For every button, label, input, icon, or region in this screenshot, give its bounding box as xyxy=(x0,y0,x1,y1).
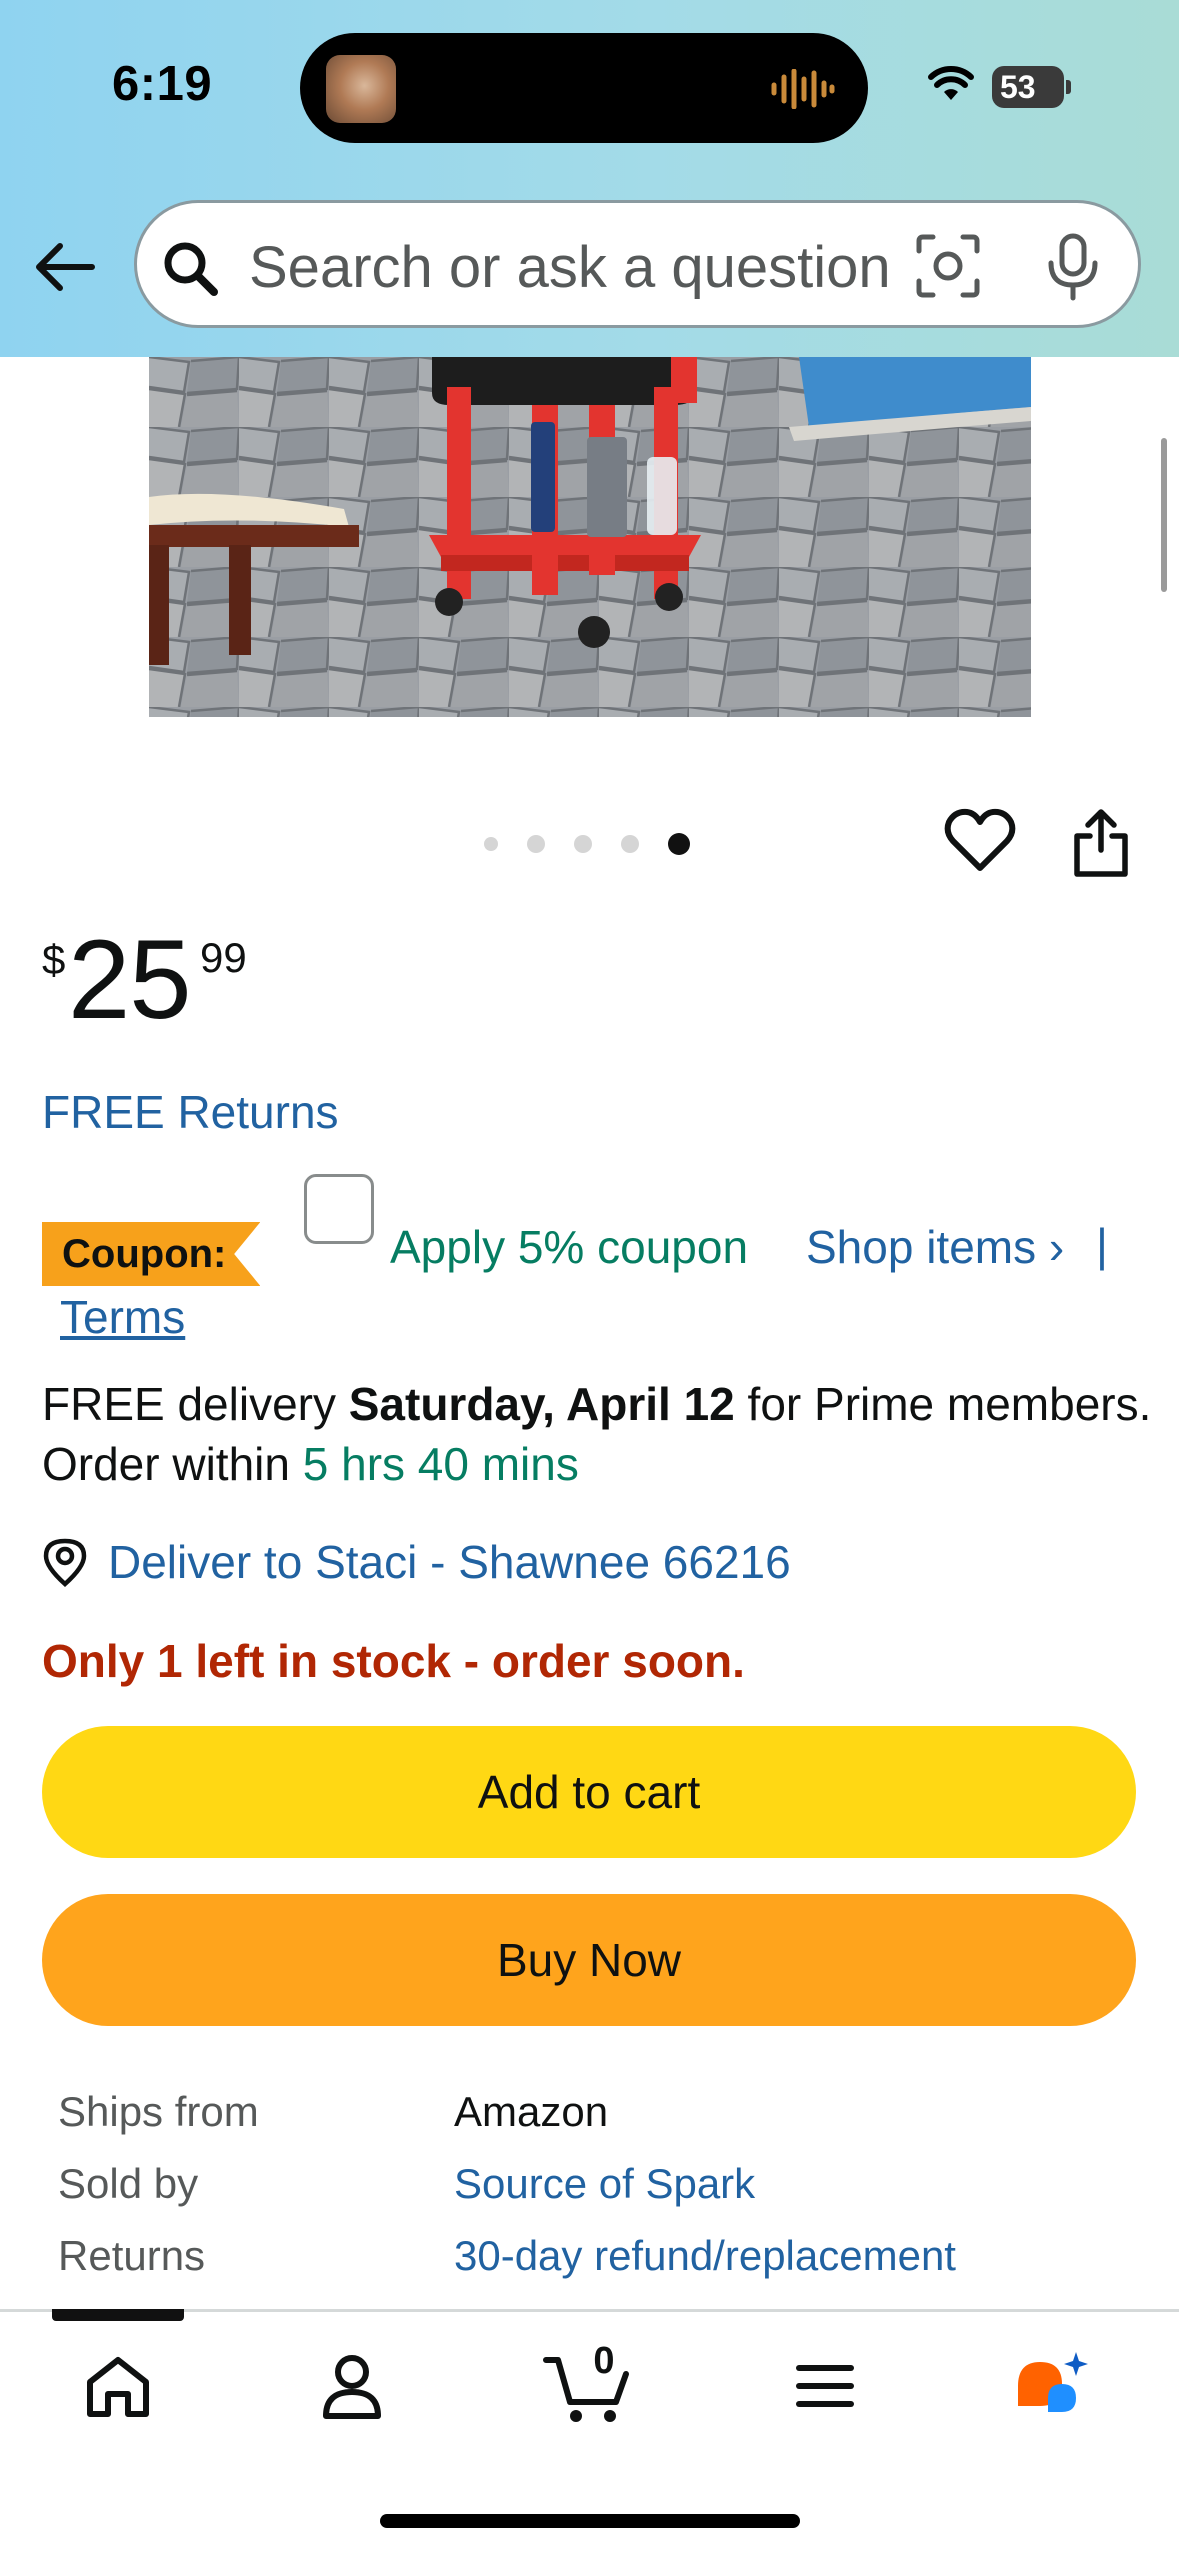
dynamic-island xyxy=(300,33,868,143)
heart-icon[interactable] xyxy=(944,808,1016,874)
rufus-assistant-icon[interactable] xyxy=(1012,2346,1092,2426)
account-icon[interactable] xyxy=(312,2346,392,2426)
apply-coupon-checkbox[interactable] xyxy=(304,1174,374,1244)
page-scrollbar[interactable] xyxy=(1161,438,1167,592)
product-image[interactable] xyxy=(149,357,1031,717)
microphone-icon[interactable] xyxy=(1042,233,1104,301)
audio-waveform-icon xyxy=(771,69,835,109)
share-icon[interactable] xyxy=(1070,808,1132,878)
price-whole: 25 xyxy=(68,917,192,1042)
carousel-dot[interactable] xyxy=(484,837,498,851)
camera-lens-icon[interactable] xyxy=(915,233,981,299)
now-playing-thumbnail xyxy=(326,55,396,123)
home-indicator xyxy=(380,2514,800,2528)
price-currency-symbol: $ xyxy=(42,936,66,983)
free-returns-link[interactable]: FREE Returns xyxy=(42,1085,339,1139)
search-bar[interactable] xyxy=(134,200,1141,328)
apply-coupon-label[interactable]: Apply 5% coupon xyxy=(390,1220,748,1274)
menu-icon[interactable] xyxy=(785,2346,865,2426)
delivery-message: FREE delivery Saturday, April 12 for Pri… xyxy=(42,1374,1152,1494)
sold-by-link[interactable]: Source of Spark xyxy=(454,2160,755,2208)
coupon-badge: Coupon: xyxy=(42,1222,261,1286)
carousel-dot[interactable] xyxy=(527,835,545,853)
deliver-to-location[interactable]: Deliver to Staci - Shawnee 66216 xyxy=(42,1532,791,1592)
back-arrow-icon[interactable] xyxy=(30,232,100,302)
home-icon[interactable] xyxy=(78,2346,158,2426)
carousel-dot[interactable] xyxy=(621,835,639,853)
cart-count: 0 xyxy=(593,2340,615,2382)
image-carousel-indicator[interactable] xyxy=(484,833,690,855)
coupon-terms-link[interactable]: Terms xyxy=(60,1290,185,1344)
coupon-separator: | xyxy=(1096,1219,1108,1271)
search-icon xyxy=(164,242,218,296)
delivery-date: Saturday, April 12 xyxy=(348,1378,735,1430)
deliver-to-label[interactable]: Deliver to Staci - Shawnee 66216 xyxy=(108,1535,791,1589)
buy-now-button[interactable]: Buy Now xyxy=(42,1894,1136,2026)
status-time: 6:19 xyxy=(112,57,213,111)
add-to-cart-button[interactable]: Add to cart xyxy=(42,1726,1136,1858)
price-fraction: 99 xyxy=(200,934,247,981)
returns-label: Returns xyxy=(58,2232,206,2279)
stock-warning: Only 1 left in stock - order soon. xyxy=(42,1635,745,1687)
ships-from-value: Amazon xyxy=(454,2088,609,2135)
search-input[interactable] xyxy=(249,231,939,303)
nav-active-indicator xyxy=(52,2309,184,2321)
sold-by-label: Sold by xyxy=(58,2160,199,2207)
location-pin-icon xyxy=(43,1538,87,1587)
battery-icon: 53 xyxy=(992,66,1071,108)
returns-policy-link[interactable]: 30-day refund/replacement xyxy=(454,2232,956,2280)
delivery-prefix: FREE delivery xyxy=(42,1378,349,1430)
cart-nav[interactable]: 0 xyxy=(542,2340,632,2426)
carousel-dot-active[interactable] xyxy=(668,833,690,855)
wifi-icon xyxy=(928,66,974,100)
ships-from-label: Ships from xyxy=(58,2088,259,2135)
shop-items-link[interactable]: Shop items › xyxy=(806,1220,1064,1274)
delivery-countdown: 5 hrs 40 mins xyxy=(302,1438,579,1490)
carousel-dot[interactable] xyxy=(574,835,592,853)
